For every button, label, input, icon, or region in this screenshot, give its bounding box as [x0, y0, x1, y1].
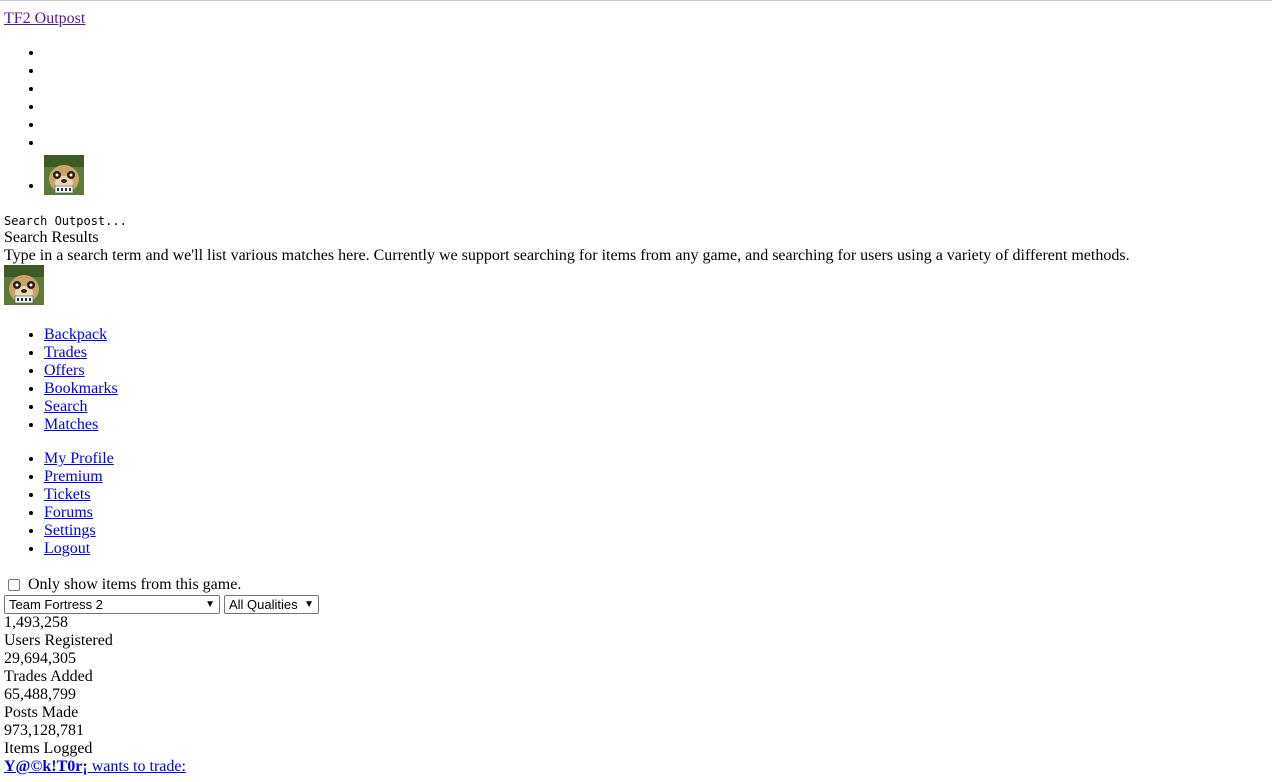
top-nav-item[interactable]	[44, 116, 1268, 134]
search-description: Type in a search term and we'll list var…	[4, 247, 1130, 264]
top-nav-item[interactable]	[44, 62, 1268, 80]
nav-matches-link[interactable]: Matches	[44, 416, 98, 433]
quality-select[interactable]: All Qualities ▼	[224, 595, 319, 614]
top-nav-item[interactable]	[44, 80, 1268, 98]
top-nav-item[interactable]	[44, 44, 1268, 62]
nav-search-link[interactable]: Search	[44, 398, 88, 415]
search-input-label[interactable]: Search Outpost...	[4, 214, 1268, 228]
top-nav-avatar-item[interactable]	[44, 155, 1268, 195]
meerkat-avatar-icon	[44, 155, 84, 195]
meerkat-avatar-icon	[4, 265, 44, 305]
stat-items-value: 973,128,781	[4, 722, 84, 739]
game-select[interactable]: Team Fortress 2 ▼	[4, 595, 220, 614]
stat-items-label: Items Logged	[4, 740, 93, 757]
nav-bookmarks-link[interactable]: Bookmarks	[44, 380, 118, 397]
nav-logout-link[interactable]: Logout	[44, 540, 90, 557]
profile-avatar[interactable]	[4, 265, 44, 305]
user-avatar[interactable]	[44, 155, 84, 195]
game-select-value: Team Fortress 2	[9, 597, 103, 612]
trade-username: Y@©k!T0r¡	[4, 758, 88, 775]
only-this-game-checkbox[interactable]	[8, 579, 20, 591]
site-brand-link[interactable]: TF2 Outpost	[4, 10, 1268, 28]
top-nav-list	[4, 44, 1268, 195]
nav-tickets-link[interactable]: Tickets	[44, 486, 91, 503]
nav-backpack-link[interactable]: Backpack	[44, 326, 107, 343]
only-this-game-label: Only show items from this game.	[28, 576, 242, 593]
nav-settings-link[interactable]: Settings	[44, 522, 96, 539]
stat-users-value: 1,493,258	[4, 614, 68, 631]
nav-my-profile-link[interactable]: My Profile	[44, 450, 114, 467]
top-nav-item[interactable]	[44, 134, 1268, 152]
recent-trade-link[interactable]: Y@©k!T0r¡ wants to trade:	[4, 758, 186, 775]
dropdown-arrow-icon: ▼	[205, 599, 215, 610]
stat-trades-label: Trades Added	[4, 668, 93, 685]
nav-offers-link[interactable]: Offers	[44, 362, 85, 379]
stat-users-label: Users Registered	[4, 632, 113, 649]
trade-suffix: wants to trade:	[87, 758, 186, 775]
nav-trades-link[interactable]: Trades	[44, 344, 87, 361]
game-filter-row: Only show items from this game.	[4, 576, 1268, 594]
search-results-title: Search Results	[4, 229, 99, 246]
main-nav-list: Backpack Trades Offers Bookmarks Search …	[4, 326, 1268, 434]
top-border	[0, 0, 1272, 1]
nav-forums-link[interactable]: Forums	[44, 504, 93, 521]
quality-select-value: All Qualities	[229, 597, 298, 612]
dropdown-arrow-icon: ▼	[304, 599, 314, 610]
stat-posts-label: Posts Made	[4, 704, 79, 721]
top-nav-item[interactable]	[44, 98, 1268, 116]
stat-posts-value: 65,488,799	[4, 686, 76, 703]
site-stats: 1,493,258 Users Registered 29,694,305 Tr…	[4, 614, 1268, 758]
nav-premium-link[interactable]: Premium	[44, 468, 103, 485]
stat-trades-value: 29,694,305	[4, 650, 76, 667]
filter-selects: Team Fortress 2 ▼ All Qualities ▼	[4, 595, 1268, 614]
account-nav-list: My Profile Premium Tickets Forums Settin…	[4, 450, 1268, 558]
